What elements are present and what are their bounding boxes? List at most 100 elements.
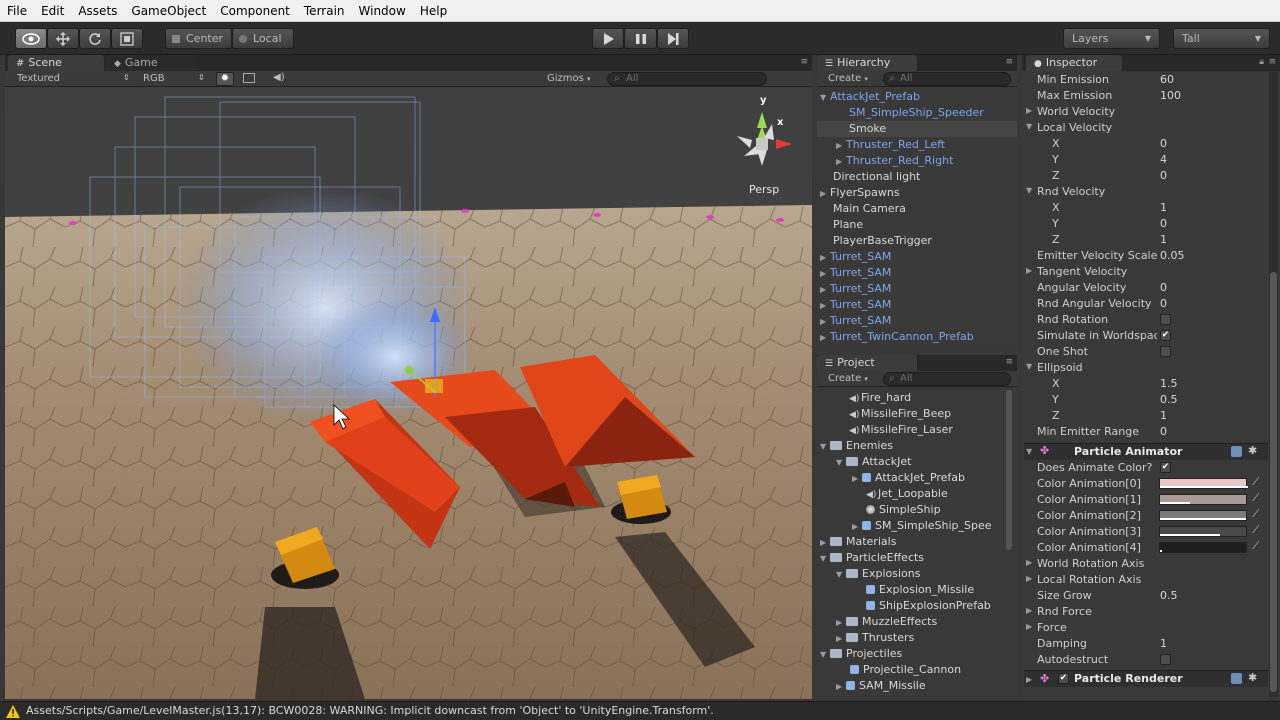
panel-menu-icon[interactable]: ≡ xyxy=(1005,57,1013,67)
expand-right-icon[interactable]: ▶ xyxy=(1026,106,1032,115)
min-emission-field[interactable]: 60 xyxy=(1160,72,1174,88)
angular-velocity-field[interactable]: 0 xyxy=(1160,280,1167,296)
tab-hierarchy[interactable]: ☰ Hierarchy xyxy=(817,55,917,71)
world-rotation-axis-foldout[interactable]: World Rotation Axis xyxy=(1037,556,1157,572)
eyedropper-icon[interactable]: ⟋ xyxy=(1252,541,1259,552)
pivot-center-button[interactable]: Center xyxy=(165,28,232,49)
hierarchy-item[interactable]: PlayerBaseTrigger xyxy=(833,233,932,249)
hierarchy-create-button[interactable]: Create ▾ xyxy=(828,73,868,84)
menu-help[interactable]: Help xyxy=(413,4,454,18)
color-animation-1-field[interactable] xyxy=(1159,494,1247,505)
inspector-scrollbar-thumb[interactable] xyxy=(1270,272,1277,692)
menu-file[interactable]: File xyxy=(0,4,34,18)
hierarchy-item[interactable]: ▶ FlyerSpawns xyxy=(820,185,900,201)
ellipsoid-x-field[interactable]: 1.5 xyxy=(1160,376,1178,392)
expand-right-icon[interactable]: ▶ xyxy=(1026,622,1032,631)
pause-button[interactable] xyxy=(624,28,657,49)
ellipsoid-z-field[interactable]: 1 xyxy=(1160,408,1167,424)
world-velocity-foldout[interactable]: World Velocity xyxy=(1037,104,1157,120)
tab-project[interactable]: ☰ Project xyxy=(817,355,917,371)
hierarchy-item[interactable]: Smoke xyxy=(849,121,886,137)
project-item[interactable]: ▶ Materials xyxy=(820,534,896,550)
project-item[interactable]: ▼ AttackJet xyxy=(836,454,911,470)
size-grow-field[interactable]: 0.5 xyxy=(1160,588,1178,604)
rnd-rotation-checkbox[interactable] xyxy=(1160,314,1171,325)
hierarchy-item[interactable]: ▶ Thruster_Red_Right xyxy=(836,153,953,169)
project-item[interactable]: ▶ SAM_Missile xyxy=(836,678,926,694)
lock-icon[interactable]: 🔒︎ xyxy=(1259,57,1264,67)
damping-field[interactable]: 1 xyxy=(1160,636,1167,652)
rnd-force-foldout[interactable]: Rnd Force xyxy=(1037,604,1157,620)
hierarchy-item[interactable]: ▼ AttackJet_Prefab xyxy=(820,89,920,105)
hierarchy-item[interactable]: ▶ Thruster_Red_Left xyxy=(836,137,945,153)
rnd-velocity-x-field[interactable]: 1 xyxy=(1160,200,1167,216)
hierarchy-item[interactable]: Directional light xyxy=(833,169,920,185)
max-emission-field[interactable]: 100 xyxy=(1160,88,1181,104)
expand-right-icon[interactable]: ▶ xyxy=(1026,558,1032,567)
move-tool-button[interactable] xyxy=(47,28,79,49)
local-velocity-z-field[interactable]: 0 xyxy=(1160,168,1167,184)
autodestruct-checkbox[interactable] xyxy=(1160,654,1171,665)
local-velocity-y-field[interactable]: 4 xyxy=(1160,152,1167,168)
one-shot-checkbox[interactable] xyxy=(1160,346,1171,357)
scale-tool-button[interactable] xyxy=(111,28,143,49)
color-animation-4-field[interactable] xyxy=(1159,542,1247,553)
rnd-velocity-foldout[interactable]: Rnd Velocity xyxy=(1037,184,1157,200)
help-icon[interactable] xyxy=(1231,673,1242,684)
menu-terrain[interactable]: Terrain xyxy=(297,4,352,18)
expand-right-icon[interactable]: ▶ xyxy=(1026,266,1032,275)
hierarchy-item[interactable]: ▶ Turret_TwinCannon_Prefab xyxy=(820,329,974,345)
project-item[interactable]: ShipExplosionPrefab xyxy=(866,598,991,614)
panel-menu-icon[interactable]: ≡ xyxy=(1268,57,1276,67)
expand-right-icon[interactable]: ▶ xyxy=(1026,574,1032,583)
hierarchy-item[interactable]: Plane xyxy=(833,217,863,233)
menu-window[interactable]: Window xyxy=(352,4,413,18)
expand-right-icon[interactable]: ▶ xyxy=(1026,675,1032,684)
color-animation-0-field[interactable] xyxy=(1159,478,1248,489)
color-animation-2-field[interactable] xyxy=(1159,510,1247,521)
project-create-button[interactable]: Create ▾ xyxy=(828,373,868,384)
project-item[interactable]: ▼ Projectiles xyxy=(820,646,902,662)
does-animate-color-checkbox[interactable]: ✔ xyxy=(1160,462,1171,473)
rnd-velocity-z-field[interactable]: 1 xyxy=(1160,232,1167,248)
project-item[interactable]: ▼ ParticleEffects xyxy=(820,550,924,566)
force-foldout[interactable]: Force xyxy=(1037,620,1157,636)
pivot-local-button[interactable]: Local xyxy=(232,28,294,49)
eyedropper-icon[interactable]: ⟋ xyxy=(1252,493,1259,504)
project-item[interactable]: ▶ AttackJet_Prefab xyxy=(852,470,965,486)
min-emitter-range-field[interactable]: 0 xyxy=(1160,424,1167,440)
project-item[interactable]: ▼ Explosions xyxy=(836,566,920,582)
project-item[interactable]: SimpleShip xyxy=(866,502,941,518)
hierarchy-item[interactable]: ▶ Turret_SAM xyxy=(820,313,891,329)
project-search-input[interactable]: ⌕ All xyxy=(883,372,1011,386)
expand-down-icon[interactable]: ▼ xyxy=(1026,447,1032,456)
expand-down-icon[interactable]: ▼ xyxy=(1026,186,1032,195)
tab-game[interactable]: ◆ Game xyxy=(106,55,196,71)
expand-right-icon[interactable]: ▶ xyxy=(1026,606,1032,615)
project-scrollbar[interactable] xyxy=(1006,390,1012,550)
local-velocity-foldout[interactable]: Local Velocity xyxy=(1037,120,1157,136)
project-item[interactable]: ◀) MissileFire_Laser xyxy=(849,422,953,438)
ellipsoid-foldout[interactable]: Ellipsoid xyxy=(1037,360,1157,376)
project-item[interactable]: Projectile_Cannon xyxy=(850,662,961,678)
project-item[interactable]: ◀) MissileFire_Beep xyxy=(849,406,951,422)
project-item[interactable]: ▶ Thrusters xyxy=(836,630,914,646)
gear-icon[interactable]: ✱ xyxy=(1248,444,1257,457)
project-item[interactable]: ▶ MuzzleEffects xyxy=(836,614,937,630)
eyedropper-icon[interactable]: ⟋ xyxy=(1252,477,1259,488)
emitter-velocity-scale-field[interactable]: 0.05 xyxy=(1160,248,1185,264)
hierarchy-item[interactable]: ▶ Turret_SAM xyxy=(820,249,891,265)
menu-gameobject[interactable]: GameObject xyxy=(124,4,213,18)
image-toggle-icon[interactable] xyxy=(243,73,255,83)
rotate-tool-button[interactable] xyxy=(79,28,111,49)
persp-label[interactable]: Persp xyxy=(749,183,779,196)
help-icon[interactable] xyxy=(1231,446,1242,457)
rnd-angular-velocity-field[interactable]: 0 xyxy=(1160,296,1167,312)
expand-down-icon[interactable]: ▼ xyxy=(1026,122,1032,131)
view-tool-button[interactable] xyxy=(15,28,47,49)
scene-viewport[interactable]: y x Persp xyxy=(5,87,812,699)
play-button[interactable] xyxy=(592,28,624,49)
project-item[interactable]: ◀) Jet_Loopable xyxy=(866,486,948,502)
simulate-worldspace-checkbox[interactable]: ✔ xyxy=(1160,330,1171,341)
menu-assets[interactable]: Assets xyxy=(71,4,124,18)
